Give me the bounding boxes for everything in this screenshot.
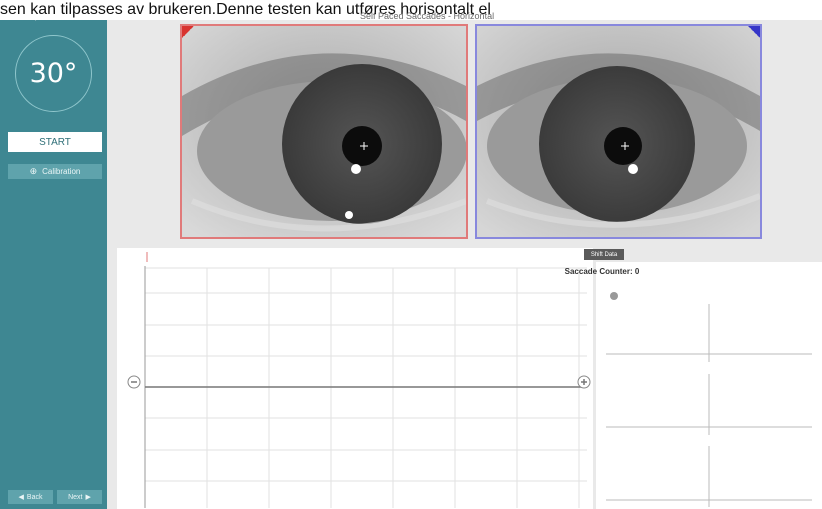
back-button[interactable]: ◀ Back (8, 490, 53, 504)
left-eye-video (180, 24, 468, 239)
navigation-row: ◀ Back Next ▶ (8, 490, 102, 504)
sidebar: ≡ ⌂ ↑ ⚙ 30° START ⊕ Calibration ◀ Back N… (0, 0, 107, 509)
start-button[interactable]: START (8, 132, 102, 152)
chevron-right-icon: ▶ (85, 494, 91, 501)
saccade-counter: Saccade Counter: 0 (564, 267, 640, 276)
back-label: Back (26, 493, 43, 501)
left-eye-marker (182, 26, 194, 38)
shift-data-button[interactable]: Shift Data (584, 249, 624, 260)
plot-options-icon[interactable] (610, 292, 618, 300)
saccade-trace-chart (117, 248, 593, 509)
right-eye-video (475, 24, 762, 239)
zoom-out-icon[interactable] (127, 375, 141, 389)
next-label: Next (68, 493, 83, 501)
test-title: Self Paced Saccades - Horizontal (360, 11, 495, 21)
angle-display: 30° (15, 35, 92, 112)
saccade-counter-panel (596, 262, 822, 509)
zoom-in-icon[interactable] (577, 375, 591, 389)
main-area (107, 0, 822, 509)
calibration-button[interactable]: ⊕ Calibration (8, 164, 102, 179)
right-eye-marker (748, 26, 760, 38)
chevron-left-icon: ◀ (18, 494, 24, 501)
angle-value: 30° (29, 58, 78, 89)
calibration-label: Calibration (42, 167, 81, 176)
next-button[interactable]: Next ▶ (57, 490, 102, 504)
crosshair-icon: ⊕ (29, 166, 38, 176)
